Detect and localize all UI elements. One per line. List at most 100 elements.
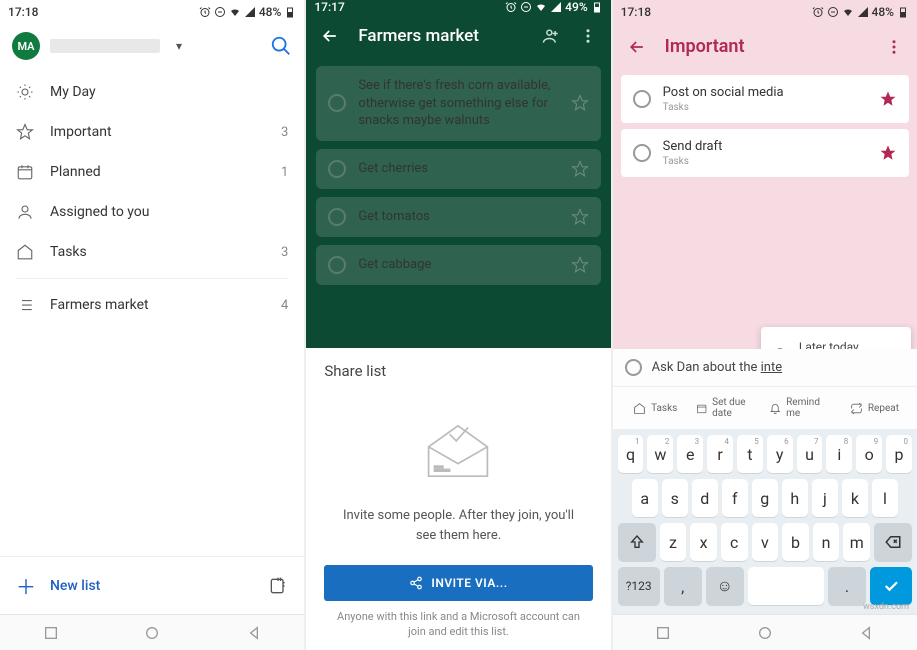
task-row[interactable]: Get cabbage (316, 245, 600, 285)
key-x[interactable]: x (690, 523, 717, 561)
star-filled-icon[interactable] (879, 90, 897, 108)
more-icon[interactable] (885, 38, 903, 56)
new-task-text[interactable]: Ask Dan about the inte (652, 360, 782, 375)
enter-key[interactable] (870, 567, 912, 605)
recents-icon[interactable] (43, 625, 59, 641)
backspace-key[interactable] (874, 523, 912, 561)
key-n[interactable]: n (813, 523, 840, 561)
key-c[interactable]: c (721, 523, 748, 561)
key-j[interactable]: j (812, 479, 838, 517)
space-key[interactable] (748, 567, 824, 605)
task-check-icon[interactable] (328, 94, 346, 112)
status-right: 48% (199, 5, 296, 19)
key-f[interactable]: f (722, 479, 748, 517)
new-list-row[interactable]: ＋ New list (0, 556, 304, 614)
key-o[interactable]: o9 (856, 435, 882, 473)
nav-label: Farmers market (50, 297, 265, 313)
status-time: 17:18 (621, 5, 651, 19)
symbols-key[interactable]: ?123 (618, 567, 660, 605)
key-k[interactable]: k (842, 479, 868, 517)
task-check-icon[interactable] (633, 90, 651, 108)
more-icon[interactable] (579, 27, 597, 45)
key-i[interactable]: i8 (826, 435, 852, 473)
key-p[interactable]: p0 (886, 435, 912, 473)
key-v[interactable]: v (752, 523, 779, 561)
new-task-input-row[interactable]: Ask Dan about the inte (613, 349, 917, 387)
key-s[interactable]: s (662, 479, 688, 517)
emoji-key[interactable]: ☺ (706, 567, 744, 605)
task-text: Get cherries (358, 160, 558, 178)
key-y[interactable]: y6 (767, 435, 793, 473)
task-check-icon[interactable] (625, 359, 642, 376)
star-filled-icon[interactable] (879, 144, 897, 162)
status-time: 17:18 (8, 5, 38, 19)
kbd-row-1: q1w2e3r4t5y6u7i8o9p0 (616, 435, 914, 473)
home-nav-icon[interactable] (144, 625, 160, 641)
search-icon[interactable] (270, 35, 292, 57)
home-nav-icon[interactable] (757, 625, 773, 641)
action-due-date[interactable]: Set due date (694, 393, 763, 423)
key-e[interactable]: e3 (677, 435, 703, 473)
comma-key[interactable]: , (664, 567, 702, 605)
key-d[interactable]: d (692, 479, 718, 517)
star-icon[interactable] (571, 256, 589, 274)
list-header: Farmers market (306, 14, 610, 58)
alarm-icon (812, 6, 824, 18)
share-person-icon[interactable] (541, 26, 561, 46)
key-h[interactable]: h (782, 479, 808, 517)
star-icon[interactable] (571, 160, 589, 178)
add-list-icon[interactable] (268, 576, 288, 596)
key-r[interactable]: r4 (707, 435, 733, 473)
task-row[interactable]: Post on social media Tasks (621, 75, 909, 123)
important-header: Important (613, 24, 917, 69)
nav-assigned[interactable]: Assigned to you (0, 192, 304, 232)
key-a[interactable]: a (632, 479, 658, 517)
share-title: Share list (324, 362, 592, 380)
signal-icon (244, 6, 256, 18)
task-check-icon[interactable] (328, 160, 346, 178)
key-t[interactable]: t5 (737, 435, 763, 473)
screen-lists: 17:18 48% MA ▾ My Day Important 3 Planne… (0, 0, 304, 650)
task-check-icon[interactable] (328, 256, 346, 274)
nav-label: My Day (50, 84, 272, 100)
shift-key[interactable] (618, 523, 656, 561)
task-check-icon[interactable] (328, 208, 346, 226)
nav-planned[interactable]: Planned 1 (0, 152, 304, 192)
action-tasks[interactable]: Tasks (621, 393, 690, 423)
key-u[interactable]: u7 (797, 435, 823, 473)
star-icon[interactable] (571, 208, 589, 226)
key-z[interactable]: z (660, 523, 687, 561)
nav-tasks[interactable]: Tasks 3 (0, 232, 304, 272)
back-nav-icon[interactable] (858, 625, 874, 641)
task-check-icon[interactable] (633, 144, 651, 162)
account-header[interactable]: MA ▾ (0, 24, 304, 68)
nav-important[interactable]: Important 3 (0, 112, 304, 152)
action-repeat[interactable]: Repeat (840, 393, 909, 423)
nav-count: 3 (281, 125, 288, 140)
nav-custom-list[interactable]: Farmers market 4 (0, 285, 304, 325)
key-w[interactable]: w2 (647, 435, 673, 473)
back-nav-icon[interactable] (246, 625, 262, 641)
period-key[interactable]: . (828, 567, 866, 605)
key-q[interactable]: q1 (618, 435, 644, 473)
status-right: 49% (505, 0, 602, 14)
nav-my-day[interactable]: My Day (0, 72, 304, 112)
back-icon[interactable] (627, 37, 647, 57)
task-text-block: Post on social media Tasks (663, 85, 867, 113)
key-g[interactable]: g (752, 479, 778, 517)
recents-icon[interactable] (655, 625, 671, 641)
action-remind[interactable]: Remind me (767, 393, 836, 423)
key-l[interactable]: l (872, 479, 898, 517)
invite-button[interactable]: INVITE VIA... (324, 565, 592, 601)
task-row[interactable]: Get tomatos (316, 197, 600, 237)
key-b[interactable]: b (782, 523, 809, 561)
task-row[interactable]: Send draft Tasks (621, 129, 909, 177)
avatar[interactable]: MA (12, 32, 40, 60)
task-row[interactable]: Get cherries (316, 149, 600, 189)
chevron-down-icon[interactable]: ▾ (176, 39, 182, 53)
key-m[interactable]: m (843, 523, 870, 561)
back-icon[interactable] (320, 26, 340, 46)
star-icon[interactable] (571, 94, 589, 112)
wifi-icon (535, 1, 547, 13)
task-row[interactable]: See if there's fresh corn available, oth… (316, 66, 600, 141)
